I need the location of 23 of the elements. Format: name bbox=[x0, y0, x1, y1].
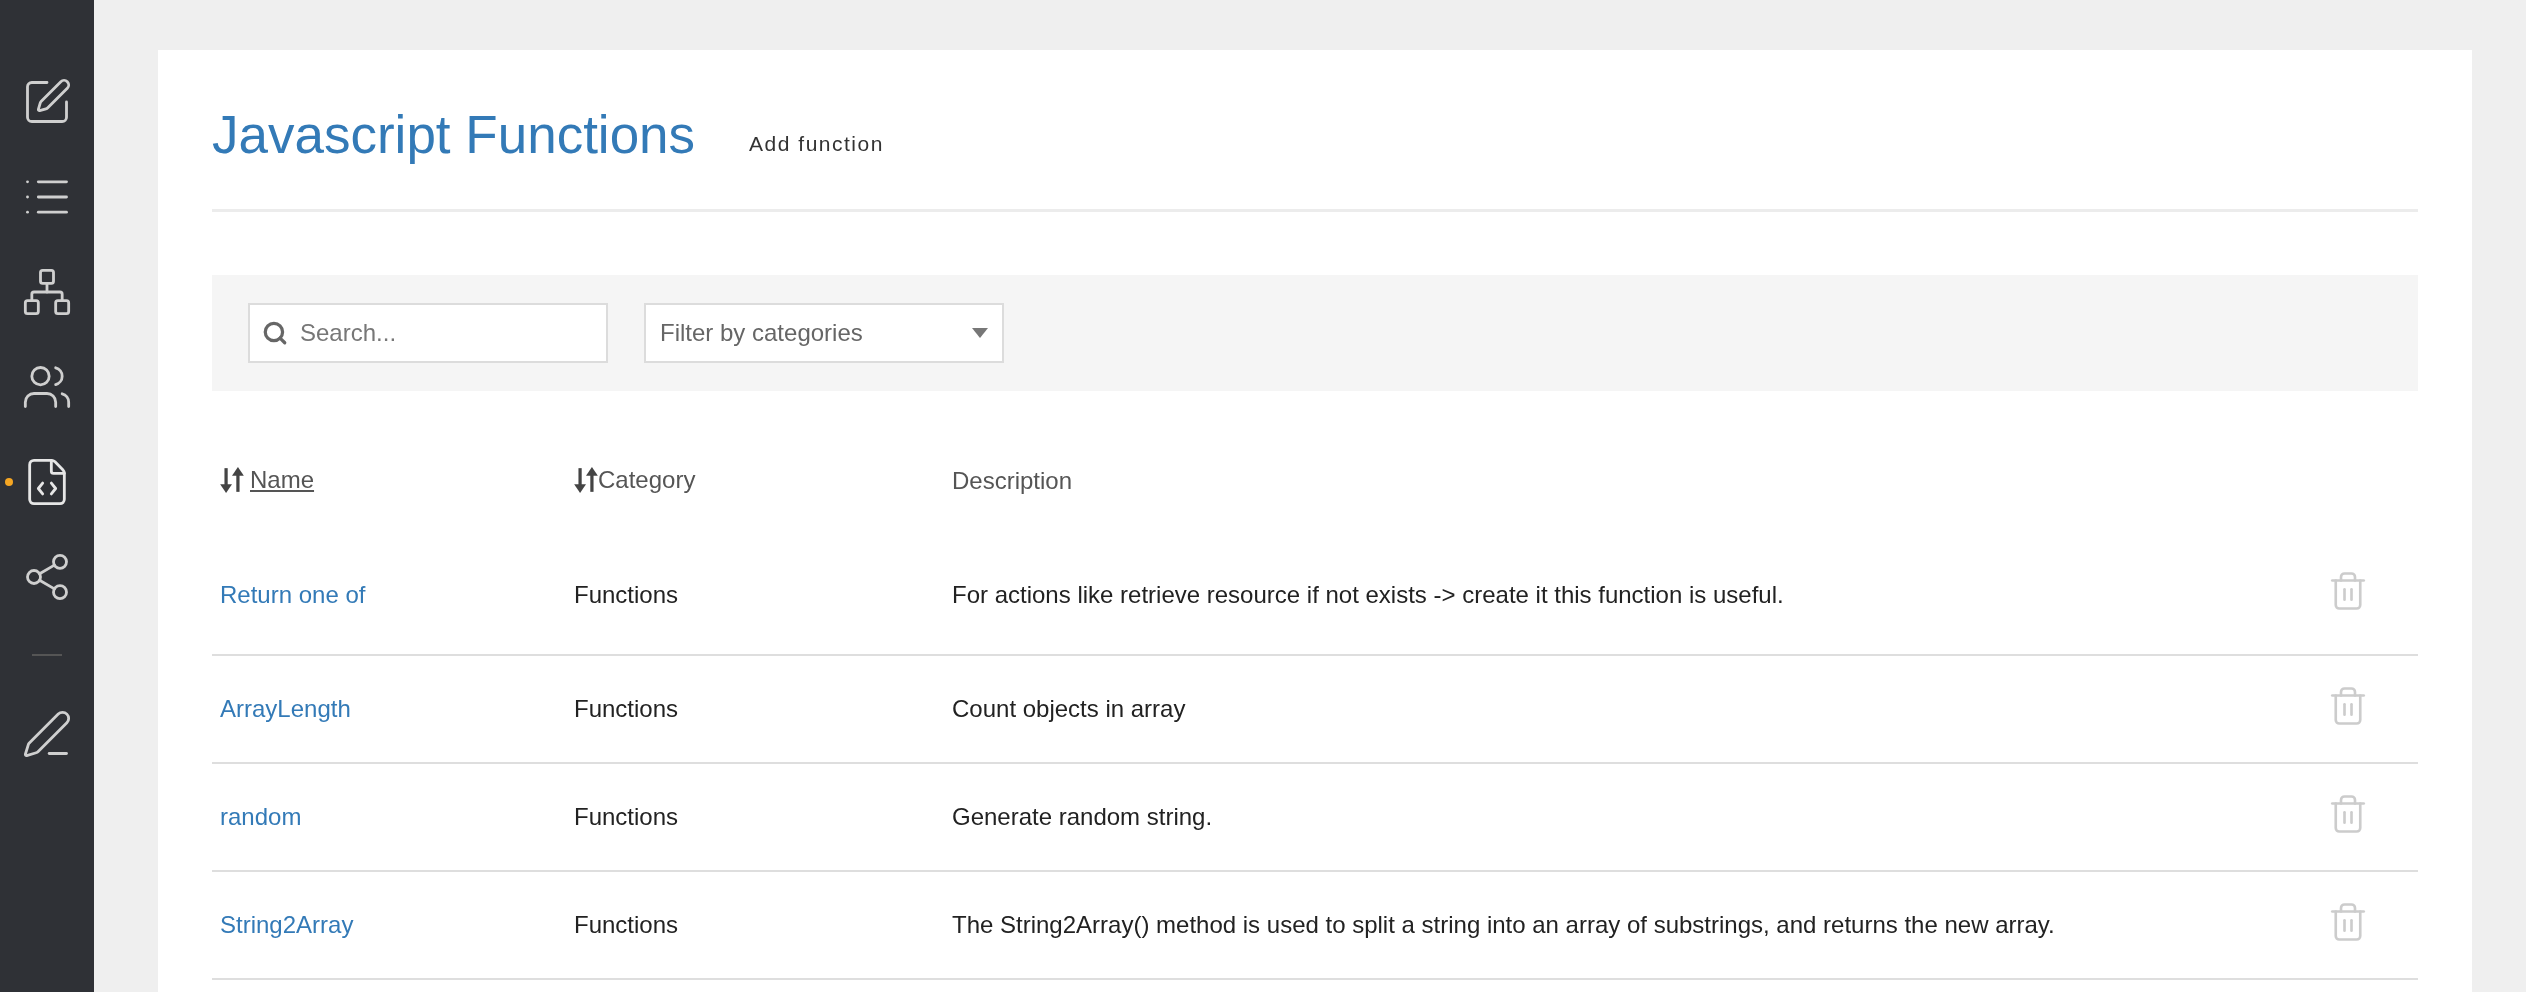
sort-icon bbox=[574, 465, 598, 494]
column-header[interactable]: Category bbox=[574, 461, 696, 498]
category-select[interactable]: Filter by categories bbox=[644, 303, 1004, 363]
search-field[interactable]: Search... bbox=[248, 303, 608, 363]
category-cell: Functions bbox=[574, 695, 679, 722]
category-cell: Functions bbox=[574, 580, 679, 608]
function-link[interactable]: random bbox=[220, 803, 302, 830]
function-link[interactable]: String2Array bbox=[220, 911, 354, 938]
search-icon bbox=[262, 320, 288, 346]
description-cell: Count objects in array bbox=[952, 695, 1186, 722]
caret-icon bbox=[972, 328, 988, 338]
description-cell: For actions like retrieve resource if not exists -> create it this function is useful. bbox=[952, 580, 1784, 608]
function-link[interactable]: Return one of bbox=[220, 580, 366, 608]
description-cell: The String2Array() method is used to split a string into an array of substrings, and returns the new array. bbox=[952, 911, 2055, 938]
sort-icon bbox=[220, 465, 244, 494]
add-function-link[interactable]: Add function bbox=[749, 127, 884, 161]
function-link[interactable]: ArrayLength bbox=[220, 695, 351, 722]
description-cell: Generate random string. bbox=[952, 803, 1213, 830]
column-header: Description bbox=[952, 466, 1073, 496]
search-input[interactable]: Search... bbox=[300, 315, 610, 351]
category-cell: Functions bbox=[574, 803, 679, 830]
column-header[interactable]: Name bbox=[220, 461, 315, 498]
category-cell: Functions bbox=[574, 911, 679, 938]
